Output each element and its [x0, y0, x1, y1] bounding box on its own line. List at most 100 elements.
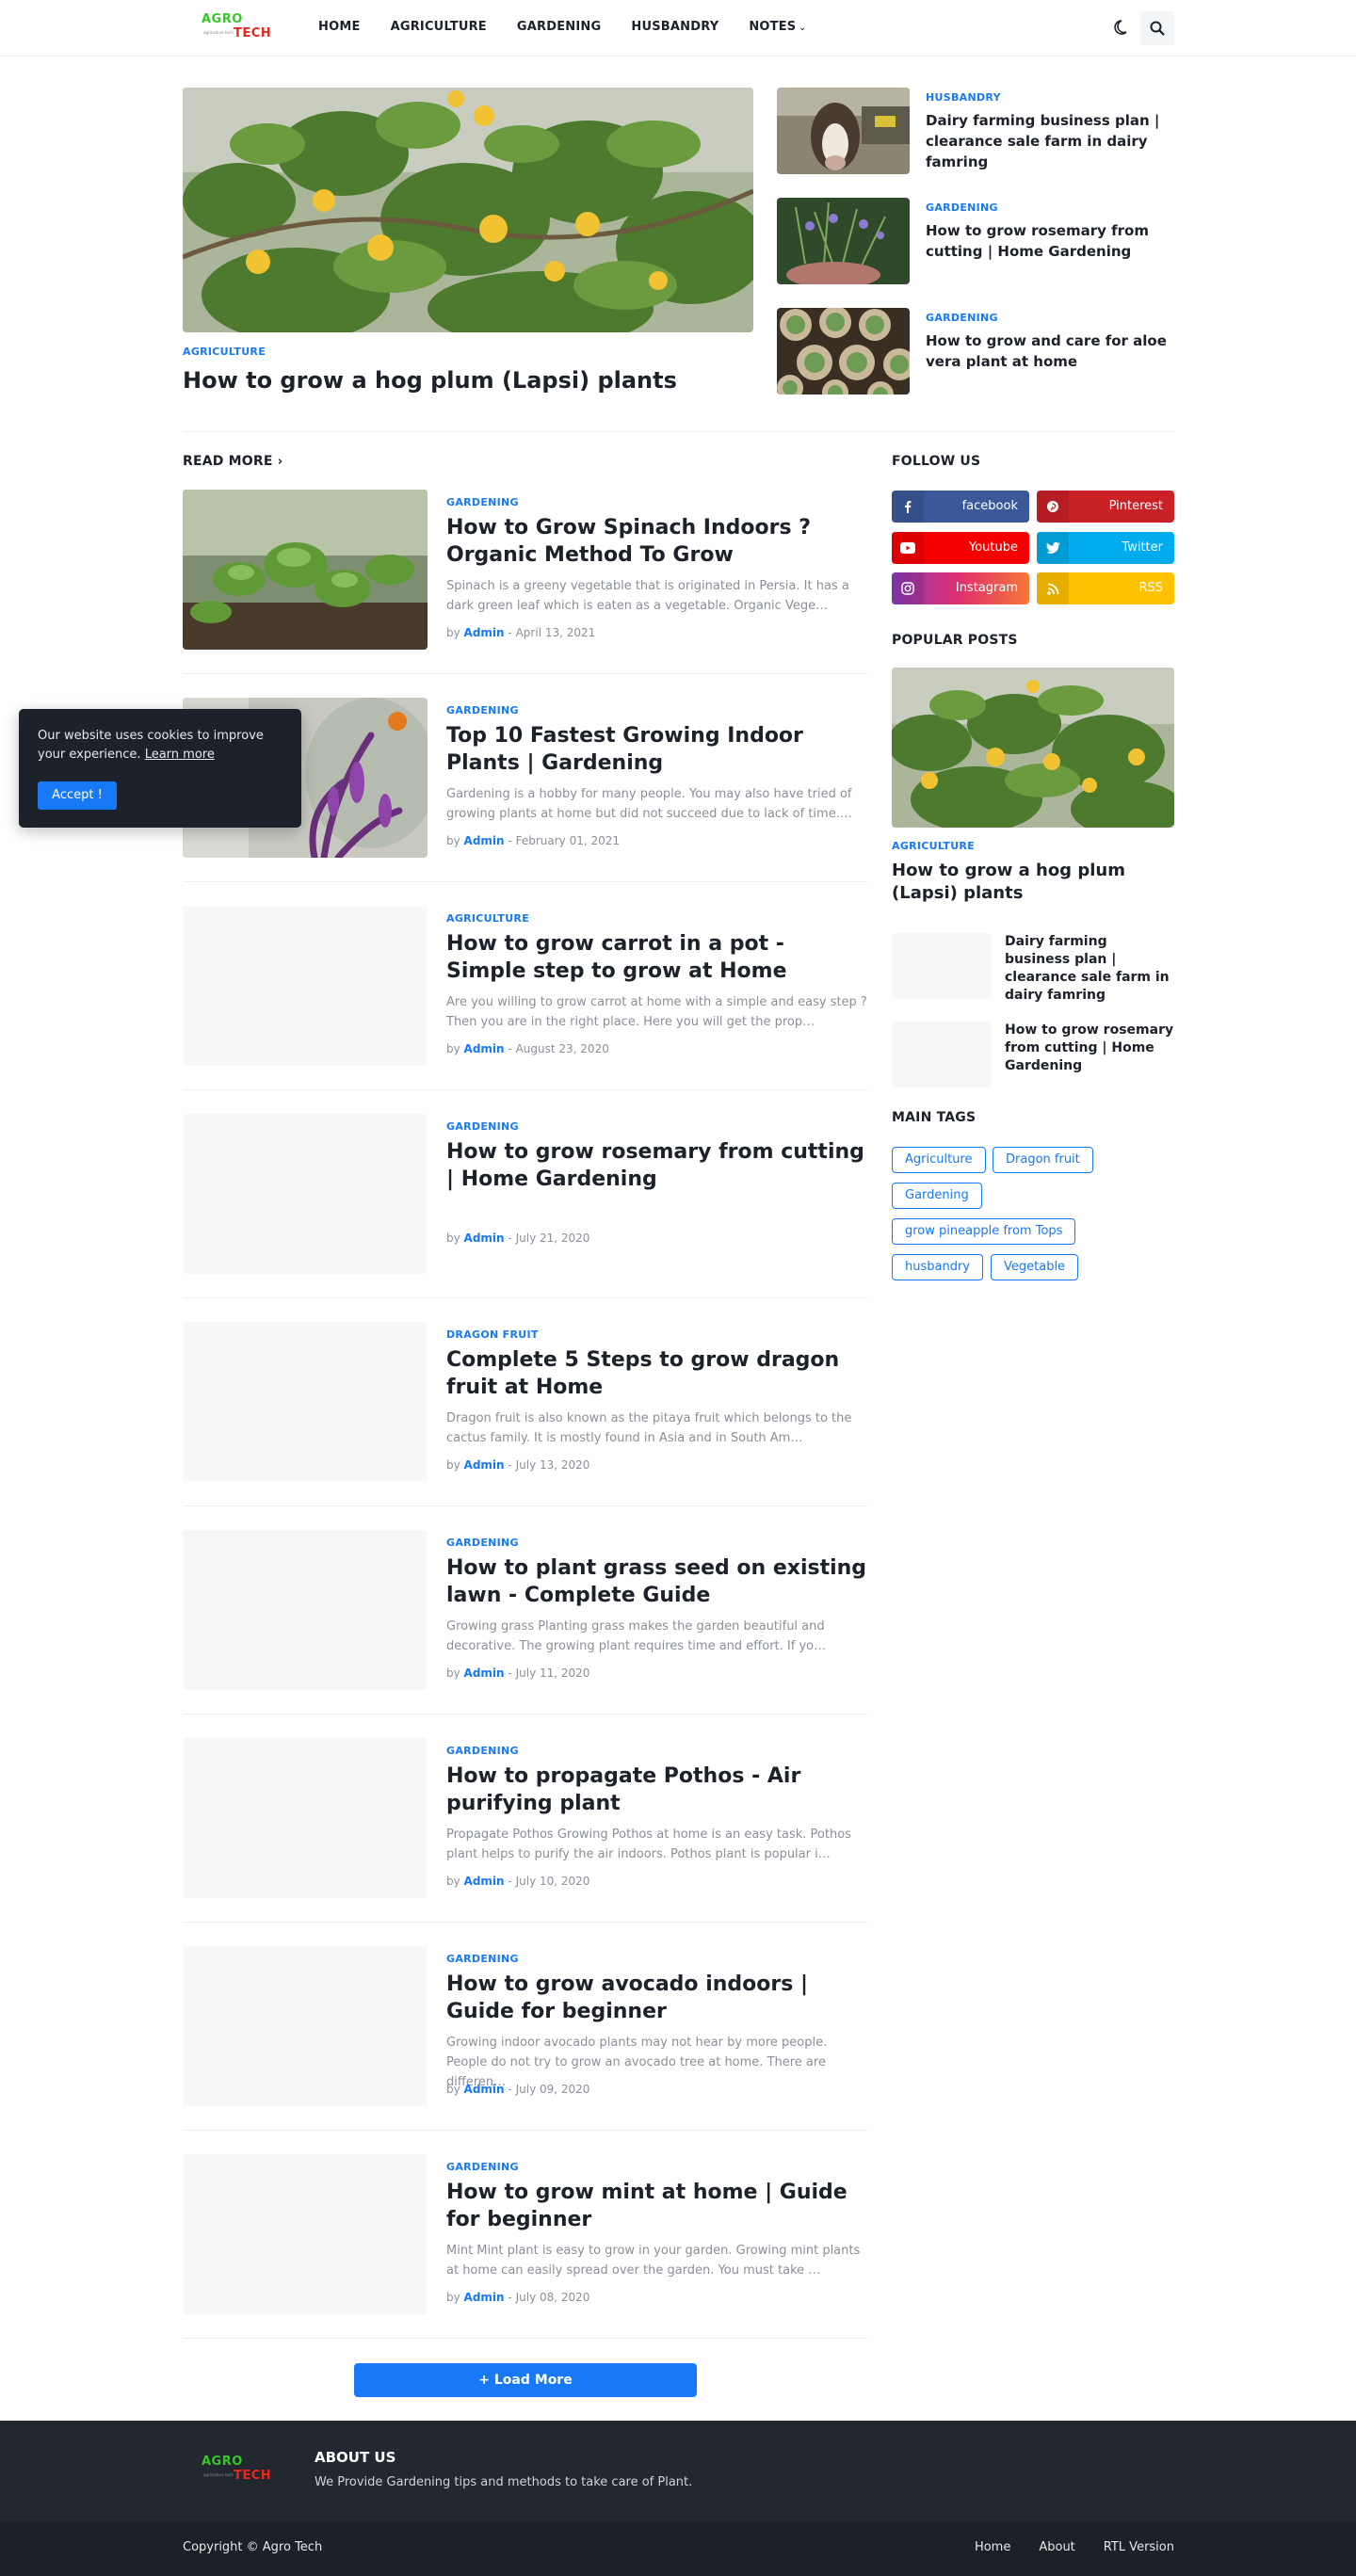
load-more-button[interactable]: + Load More [354, 2363, 697, 2397]
post-category[interactable]: GARDENING [446, 1953, 519, 1965]
learn-more-link[interactable]: Learn more [145, 748, 215, 762]
footer-link-home[interactable]: Home [975, 2521, 1010, 2574]
popular-post-item[interactable]: Dairy farming business plan | clearance … [892, 933, 1174, 1003]
search-button[interactable] [1140, 11, 1174, 45]
post-divider [183, 673, 867, 674]
social-label: Youtube [969, 540, 1018, 555]
social-label: RSS [1138, 581, 1163, 595]
tag-link[interactable]: Vegetable [991, 1254, 1079, 1280]
tag-link[interactable]: grow pineapple from Tops [892, 1218, 1076, 1245]
logo-text-tech: TECH [234, 26, 272, 40]
post-thumbnail[interactable] [183, 1946, 428, 2106]
featured-side-title[interactable]: How to grow rosemary from cutting | Home… [926, 220, 1174, 262]
post-snippet: Propagate Pothos Growing Pothos at home … [446, 1827, 851, 1861]
popular-post-title[interactable]: How to grow rosemary from cutting | Home… [1005, 1022, 1174, 1075]
post-thumbnail[interactable] [183, 1530, 428, 1690]
post-category[interactable]: GARDENING [446, 2161, 519, 2173]
post-author[interactable]: Admin [464, 1232, 505, 1245]
social-twitter[interactable]: Twitter [1037, 532, 1174, 564]
post-author[interactable]: Admin [464, 2083, 505, 2096]
featured-side-thumb[interactable] [777, 198, 910, 284]
post-meta: by Admin - July 08, 2020 [446, 2291, 589, 2304]
nav-agriculture[interactable]: AGRICULTURE [391, 0, 487, 56]
post-thumbnail[interactable] [183, 1738, 428, 1898]
post-category[interactable]: GARDENING [446, 496, 519, 508]
featured-side-title[interactable]: Dairy farming business plan | clearance … [926, 110, 1174, 172]
post-item: DRAGON FRUIT Complete 5 Steps to grow dr… [183, 1322, 867, 1482]
popular-post-thumb[interactable] [892, 1022, 992, 1087]
post-thumbnail[interactable] [183, 906, 428, 1066]
popular-post-item[interactable]: How to grow rosemary from cutting | Home… [892, 1022, 1174, 1087]
post-title[interactable]: How to grow rosemary from cutting | Home… [446, 1138, 870, 1193]
tag-link[interactable]: Gardening [892, 1183, 982, 1209]
popular-main-title[interactable]: How to grow a hog plum (Lapsi) plants [892, 860, 1174, 905]
post-category[interactable]: GARDENING [446, 1537, 519, 1549]
post-category[interactable]: GARDENING [446, 704, 519, 716]
featured-main-category[interactable]: AGRICULTURE [183, 346, 266, 358]
featured-main-title[interactable]: How to grow a hog plum (Lapsi) plants [183, 365, 753, 395]
post-title[interactable]: Top 10 Fastest Growing Indoor Plants | G… [446, 722, 870, 777]
post-thumbnail[interactable] [183, 2154, 428, 2314]
post-title[interactable]: How to propagate Pothos - Air purifying … [446, 1763, 870, 1817]
post-thumbnail[interactable] [183, 1114, 428, 1274]
post-title[interactable]: How to grow carrot in a pot - Simple ste… [446, 930, 870, 985]
nav-gardening[interactable]: GARDENING [517, 0, 601, 56]
popular-main-image[interactable] [892, 668, 1174, 828]
social-rss[interactable]: RSS [1037, 572, 1174, 604]
post-divider [183, 2338, 867, 2339]
post-author[interactable]: Admin [464, 626, 505, 639]
post-title[interactable]: How to Grow Spinach Indoors ? Organic Me… [446, 514, 870, 569]
post-title[interactable]: How to grow mint at home | Guide for beg… [446, 2179, 870, 2233]
tag-link[interactable]: Agriculture [892, 1147, 986, 1173]
featured-side-thumb[interactable] [777, 308, 910, 394]
post-thumbnail[interactable] [183, 490, 428, 650]
post-author[interactable]: Admin [464, 2291, 505, 2304]
popular-main-category[interactable]: AGRICULTURE [892, 840, 975, 852]
featured-side-item[interactable]: GARDENING How to grow rosemary from cutt… [777, 198, 1174, 284]
post-author[interactable]: Admin [464, 1458, 505, 1472]
section-divider [183, 431, 1174, 432]
post-author[interactable]: Admin [464, 1042, 505, 1055]
read-more-heading[interactable]: READ MORE › [183, 454, 282, 469]
post-category[interactable]: DRAGON FRUIT [446, 1328, 539, 1341]
post-category[interactable]: GARDENING [446, 1120, 519, 1133]
footer-link-about[interactable]: About [1039, 2521, 1074, 2574]
post-title[interactable]: How to grow avocado indoors | Guide for … [446, 1971, 870, 2025]
accept-cookies-button[interactable]: Accept ! [38, 781, 117, 810]
featured-side-item[interactable]: HUSBANDRY Dairy farming business plan | … [777, 88, 1174, 174]
social-pinterest[interactable]: Pinterest [1037, 491, 1174, 523]
featured-side-item[interactable]: GARDENING How to grow and care for aloe … [777, 308, 1174, 394]
featured-side-category[interactable]: GARDENING [926, 201, 998, 214]
tag-link[interactable]: Dragon fruit [993, 1147, 1093, 1173]
post-author[interactable]: Admin [464, 1666, 505, 1680]
nav-home[interactable]: HOME [318, 0, 361, 56]
tag-link[interactable]: husbandry [892, 1254, 983, 1280]
social-facebook[interactable]: facebook [892, 491, 1029, 523]
post-author[interactable]: Admin [464, 1875, 505, 1888]
moon-icon[interactable] [1109, 17, 1130, 38]
post-title[interactable]: How to plant grass seed on existing lawn… [446, 1554, 870, 1609]
featured-side-title[interactable]: How to grow and care for aloe vera plant… [926, 330, 1174, 372]
popular-post-title[interactable]: Dairy farming business plan | clearance … [1005, 933, 1174, 1005]
social-instagram[interactable]: Instagram [892, 572, 1029, 604]
popular-post-thumb[interactable] [892, 933, 992, 999]
facebook-icon [892, 491, 924, 523]
featured-side-category[interactable]: GARDENING [926, 312, 998, 324]
post-category[interactable]: GARDENING [446, 1745, 519, 1757]
rss-icon [1037, 572, 1069, 604]
post-title[interactable]: Complete 5 Steps to grow dragon fruit at… [446, 1346, 870, 1401]
post-category[interactable]: AGRICULTURE [446, 912, 529, 925]
nav-husbandry[interactable]: HUSBANDRY [631, 0, 718, 56]
post-author[interactable]: Admin [464, 834, 505, 847]
featured-side-category[interactable]: HUSBANDRY [926, 91, 1001, 104]
post-divider [183, 1089, 867, 1090]
social-youtube[interactable]: Youtube [892, 532, 1029, 564]
footer-logo[interactable]: AGRO agriculture tech TECH [202, 2455, 273, 2487]
site-logo[interactable]: AGRO agriculture tech TECH [202, 12, 273, 44]
featured-main-image[interactable] [183, 88, 753, 332]
nav-notes[interactable]: NOTES ⌄ [749, 0, 806, 56]
featured-side-thumb[interactable] [777, 88, 910, 174]
post-thumbnail[interactable] [183, 1322, 428, 1482]
chevron-down-icon: ⌄ [799, 24, 807, 33]
footer-link-rtl[interactable]: RTL Version [1104, 2521, 1174, 2574]
